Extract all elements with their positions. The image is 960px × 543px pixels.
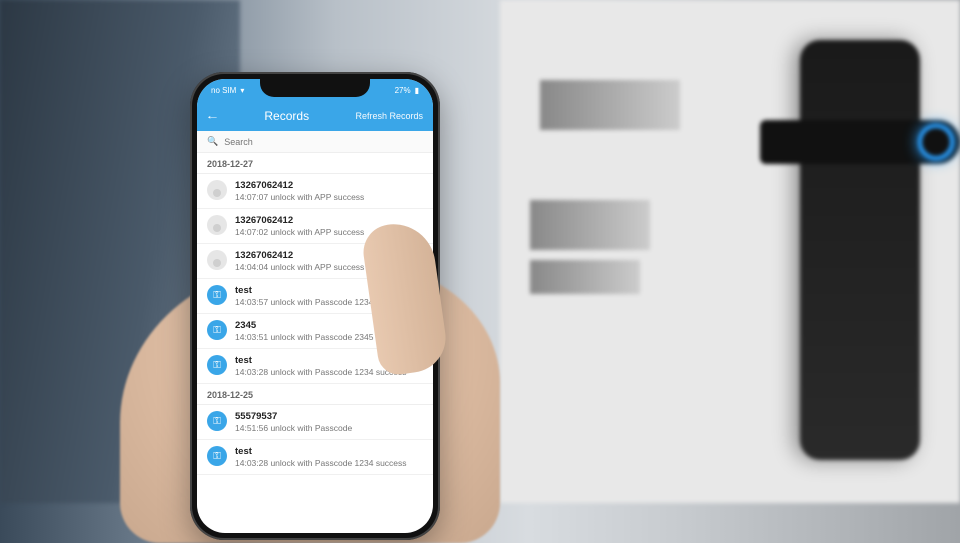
user-avatar-icon (207, 215, 227, 235)
record-subtitle: 14:03:28 unlock with Passcode 1234 succe… (235, 367, 407, 377)
record-title: 13267062412 (235, 250, 364, 261)
carrier-label: no SIM (211, 86, 236, 95)
section-date: 2018-12-25 (197, 384, 433, 405)
mortise-slot (530, 200, 650, 250)
record-title: 13267062412 (235, 180, 364, 191)
refresh-records-button[interactable]: Refresh Records (355, 111, 423, 121)
record-subtitle: 14:03:28 unlock with Passcode 1234 succe… (235, 458, 407, 468)
battery-percent: 27% (395, 86, 411, 95)
record-subtitle: 14:04:04 unlock with APP success (235, 262, 364, 272)
record-subtitle: 14:07:02 unlock with APP success (235, 227, 364, 237)
record-subtitle: 14:03:51 unlock with Passcode 2345 faile… (235, 332, 396, 342)
wifi-icon: ▾ (240, 86, 244, 95)
back-button[interactable]: ← (205, 110, 219, 122)
fingerprint-ring-icon (918, 124, 954, 160)
user-avatar-icon (207, 180, 227, 200)
record-subtitle: 14:07:07 unlock with APP success (235, 192, 364, 202)
phone-notch (260, 79, 370, 97)
app-header: ← Records Refresh Records (197, 101, 433, 131)
record-subtitle: 14:51:56 unlock with Passcode (235, 423, 352, 433)
smart-lock-body (800, 40, 920, 460)
section-date: 2018-12-27 (197, 153, 433, 174)
mortise-slot (530, 260, 640, 294)
battery-icon: ▮ (415, 86, 419, 95)
key-icon: ⚿ (207, 355, 227, 375)
search-row[interactable]: 🔍 (197, 131, 433, 153)
mortise-slot (540, 80, 680, 130)
list-item[interactable]: ⚿ 55579537 14:51:56 unlock with Passcode (197, 405, 433, 440)
list-item[interactable]: ⚿ test 14:03:28 unlock with Passcode 123… (197, 440, 433, 475)
list-item[interactable]: 13267062412 14:07:07 unlock with APP suc… (197, 174, 433, 209)
key-icon: ⚿ (207, 320, 227, 340)
key-icon: ⚿ (207, 285, 227, 305)
search-icon: 🔍 (207, 136, 218, 147)
search-input[interactable] (224, 137, 423, 147)
page-title: Records (264, 109, 309, 123)
key-icon: ⚿ (207, 446, 227, 466)
record-title: test (235, 446, 407, 457)
record-title: 13267062412 (235, 215, 364, 226)
user-avatar-icon (207, 250, 227, 270)
record-title: 55579537 (235, 411, 352, 422)
key-icon: ⚿ (207, 411, 227, 431)
record-title: 2345 (235, 320, 396, 331)
